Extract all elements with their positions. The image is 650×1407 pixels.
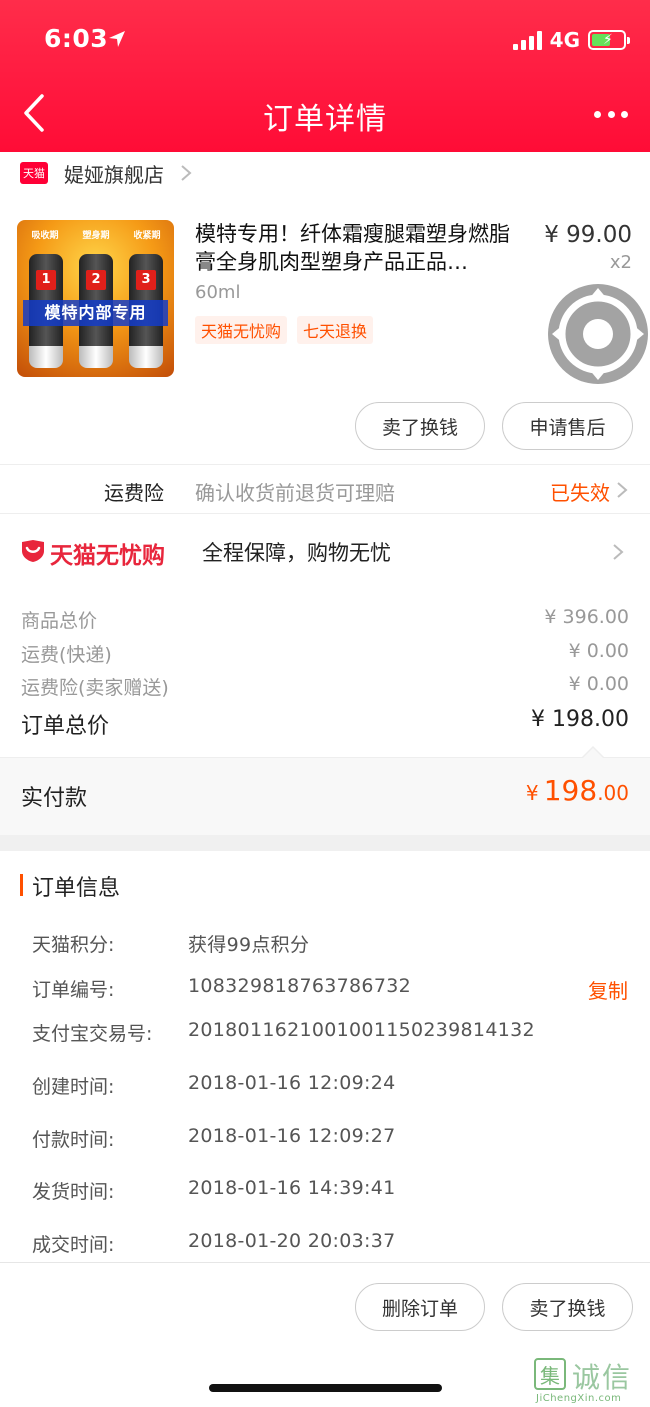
info-label: 付款时间: [32,1129,115,1151]
status-indicators: 4G ⚡ [512,26,630,54]
product-quantity: x2 [609,252,632,273]
product-spec: 60ml [195,282,241,303]
info-value: 2018-01-16 14:39:41 [188,1177,396,1199]
section-divider [0,835,650,851]
info-row-order-number: 订单编号: 108329818763786732 [0,975,650,1005]
summary-row-shipping: 运费(快递) ¥ 0.00 [0,640,650,670]
tmall-badge-icon: 天猫 [20,162,48,184]
info-label: 发货时间: [32,1181,115,1203]
sell-for-cash-bottom-button[interactable]: 卖了换钱 [502,1283,633,1331]
delete-order-button[interactable]: 删除订单 [355,1283,485,1331]
summary-label: 运费险(卖家赠送) [21,677,169,699]
info-row-alipay-number: 支付宝交易号: 2018011621001001150239814132 [0,1019,650,1049]
header-bar: 6:03 4G ⚡ 订单详情 [0,0,650,152]
info-row-created-time: 创建时间: 2018-01-16 12:09:24 [0,1072,650,1102]
product-item[interactable]: 吸收期 塑身期 收紧期 1 2 3 模特内部专用 模特专用！纤体霜瘦腿霜塑身燃脂… [0,208,650,388]
insurance-desc: 确认收货前退货可理赔 [195,481,395,505]
location-arrow-icon [109,31,125,47]
info-label: 成交时间: [32,1234,115,1256]
product-title: 模特专用！纤体霜瘦腿霜塑身燃脂膏全身肌肉型塑身产品正品… [195,222,510,274]
info-row-paid-time: 付款时间: 2018-01-16 12:09:27 [0,1125,650,1155]
info-value: 2018-01-20 20:03:37 [188,1230,396,1252]
status-time: 6:03 [44,24,109,53]
info-value: 获得99点积分 [188,934,310,956]
battery-icon: ⚡ [588,30,630,50]
order-total-value: ¥ 198.00 [531,707,629,732]
info-row-points: 天猫积分: 获得99点积分 [0,930,650,960]
chevron-right-icon [613,544,624,560]
paid-amount-box: 实付款 ¥ 198.00 [0,757,650,835]
info-value: 2018-01-16 12:09:24 [188,1072,396,1094]
summary-row-insurance: 运费险(卖家赠送) ¥ 0.00 [0,673,650,703]
section-accent-bar [20,874,23,896]
copy-order-number-button[interactable]: 复制 [588,975,628,1004]
insurance-label: 运费险 [104,481,164,505]
summary-label: 运费(快递) [21,644,112,666]
sell-for-cash-button[interactable]: 卖了换钱 [355,402,485,450]
tag-seven-day-return: 七天退换 [297,316,374,344]
tag-worry-free: 天猫无忧购 [195,316,288,344]
tmall-shield-icon [22,540,44,562]
order-info-title: 订单信息 [32,876,121,901]
info-label: 订单编号: [32,979,115,1001]
home-indicator[interactable] [209,1384,442,1392]
info-row-shipped-time: 发货时间: 2018-01-16 14:39:41 [0,1177,650,1207]
more-icon[interactable] [594,104,628,124]
info-row-completed-time: 成交时间: 2018-01-20 20:03:37 [0,1230,650,1260]
shop-row[interactable]: 天猫 媞娅旗舰店 [0,152,650,194]
network-type: 4G [549,28,580,52]
watermark-logo: 集 诚信 JiChengXin.com [534,1356,650,1407]
info-label: 创建时间: [32,1076,115,1098]
info-value: 108329818763786732 [188,975,411,997]
product-image: 吸收期 塑身期 收紧期 1 2 3 模特内部专用 [17,220,174,377]
summary-value: ¥ 396.00 [544,606,629,628]
chevron-right-icon [617,482,628,498]
summary-row-goods: 商品总价 ¥ 396.00 [0,606,650,636]
chevron-right-icon [181,165,192,181]
info-label: 天猫积分: [32,934,115,956]
shop-name: 媞娅旗舰店 [64,162,164,187]
page-title: 订单详情 [263,102,387,137]
info-value: 2018-01-16 12:09:27 [188,1125,396,1147]
summary-value: ¥ 0.00 [568,640,629,662]
assistive-touch-icon[interactable] [548,284,648,384]
signal-icon [512,30,542,50]
product-price: ¥ 99.00 [544,222,632,248]
insurance-status: 已失效 [550,481,610,505]
info-value: 2018011621001001150239814132 [188,1019,535,1041]
summary-label: 商品总价 [21,610,98,632]
apply-after-sale-button[interactable]: 申请售后 [502,402,633,450]
info-label: 支付宝交易号: [32,1023,153,1045]
guarantee-row[interactable]: 天猫无忧购 全程保障，购物无忧 [0,515,650,589]
paid-value: ¥ 198.00 [525,774,629,807]
summary-value: ¥ 0.00 [568,673,629,695]
guarantee-desc: 全程保障，购物无忧 [202,541,391,565]
shipping-insurance-row[interactable]: 运费险 确认收货前退货可理赔 已失效 [0,464,650,514]
paid-label: 实付款 [21,786,88,811]
order-total-label: 订单总价 [21,714,110,739]
guarantee-logo-text: 天猫无忧购 [50,543,165,569]
product-tags: 天猫无忧购 七天退换 [195,316,374,344]
